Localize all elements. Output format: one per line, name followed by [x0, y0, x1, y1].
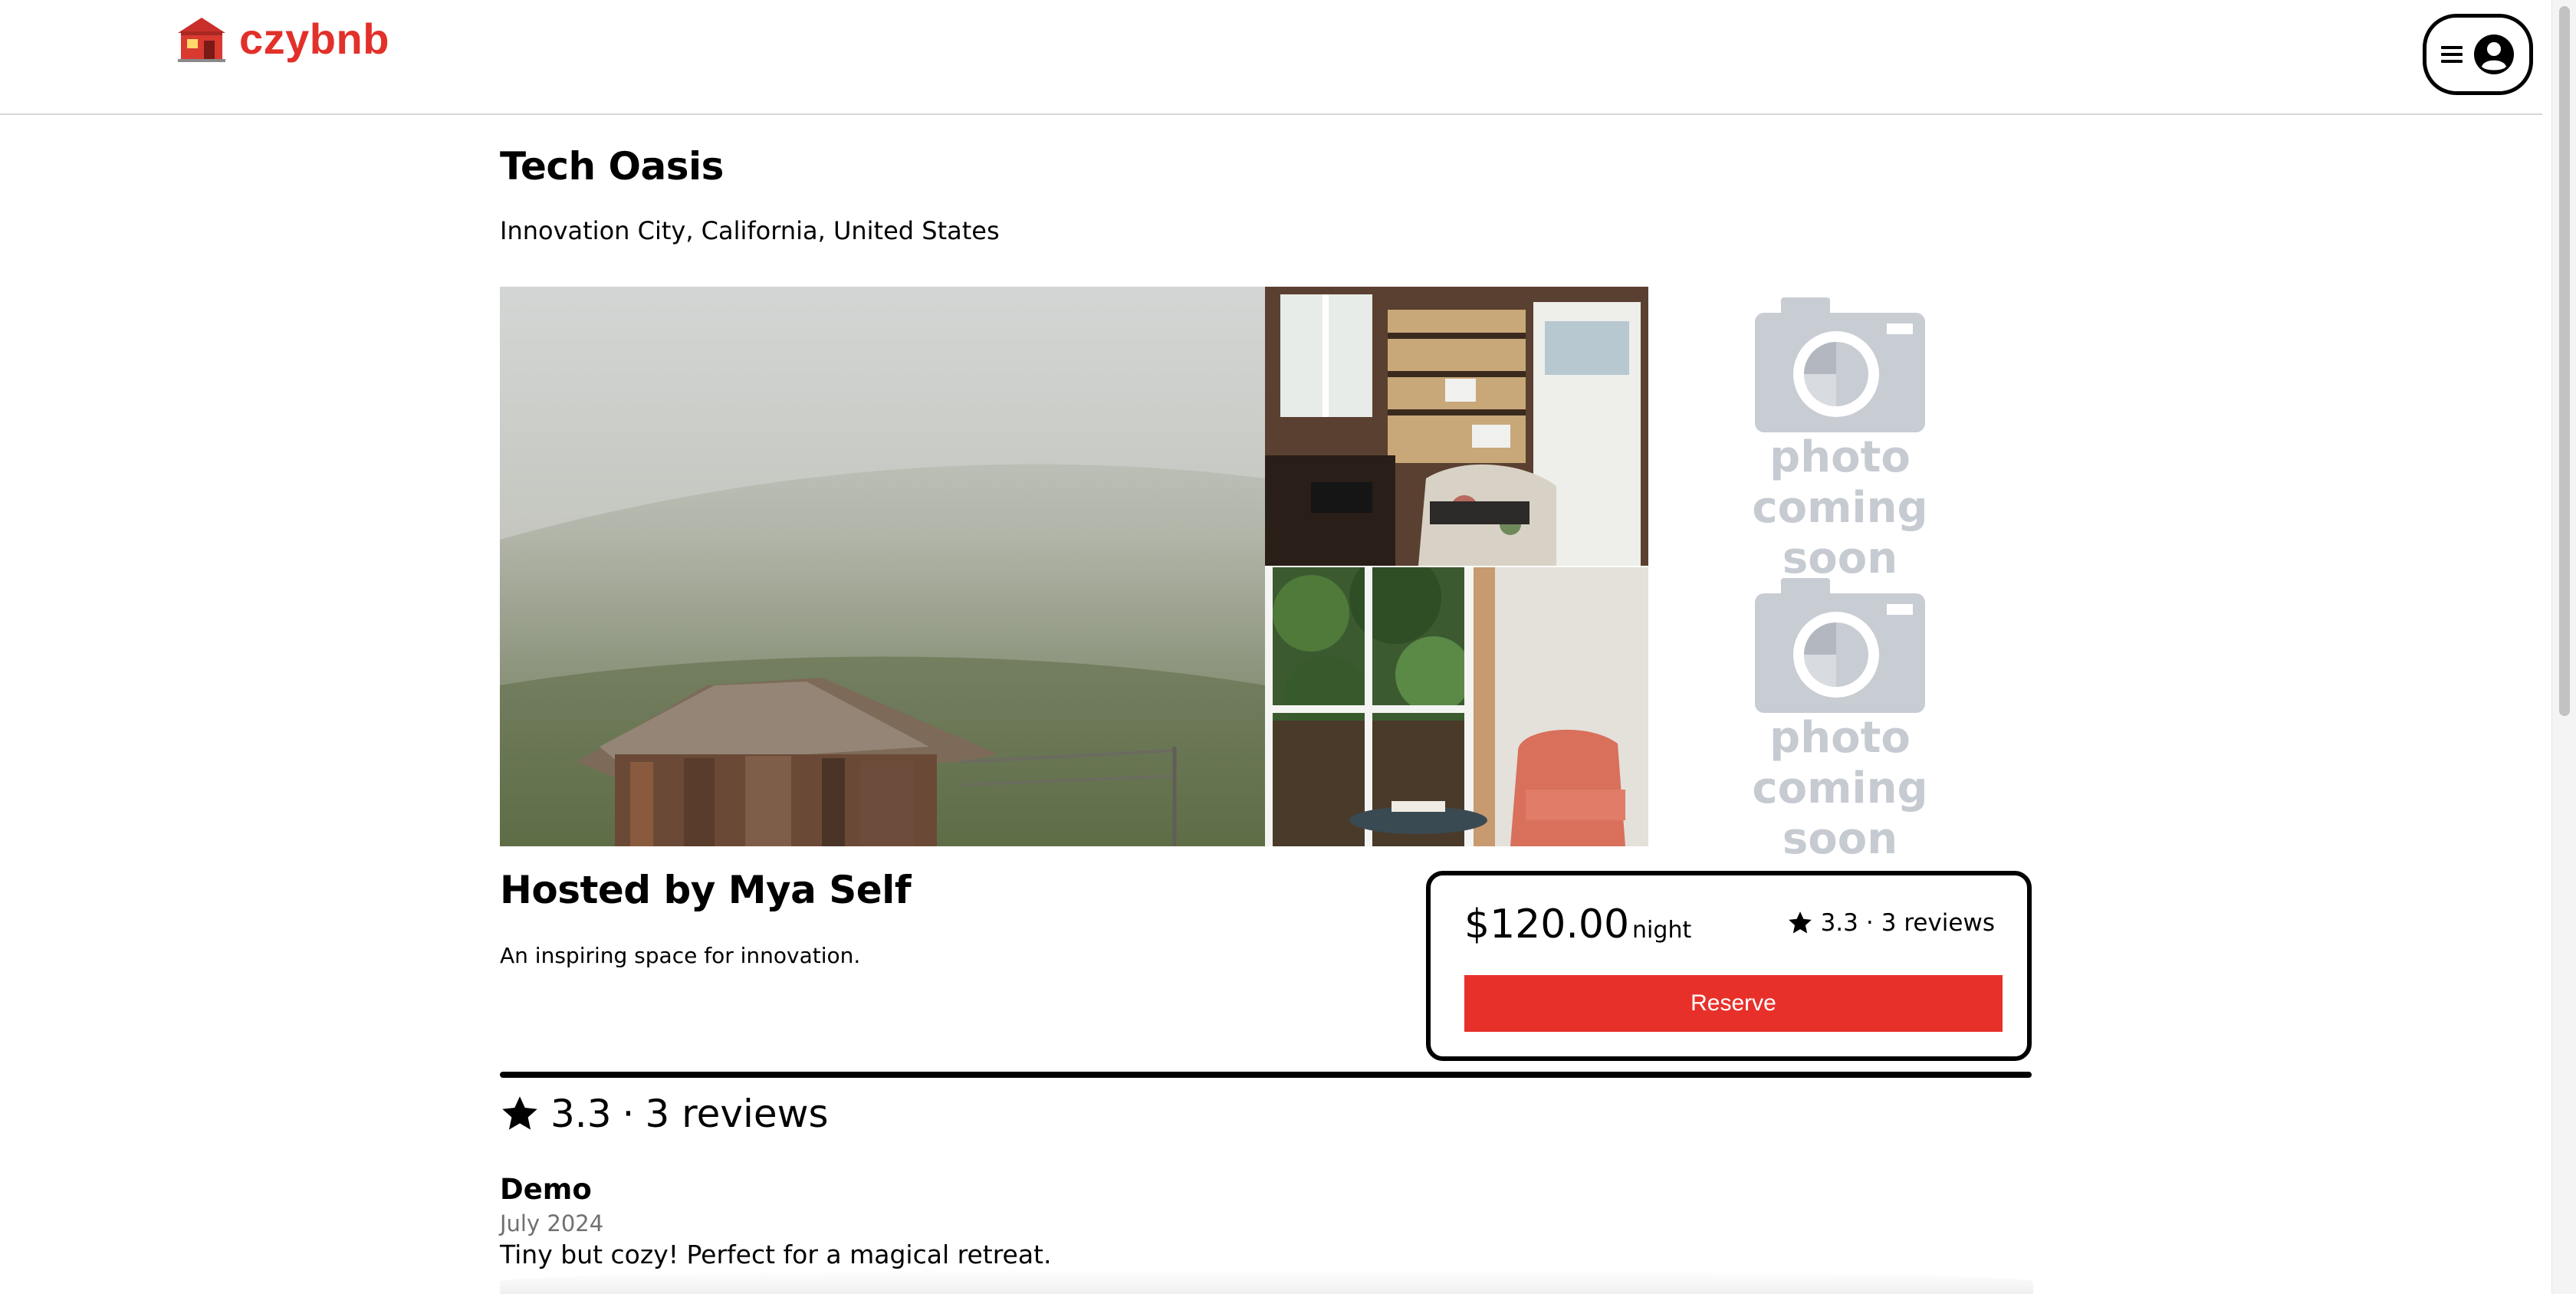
photo-placeholder-1[interactable]: photo coming soon [1694, 287, 1986, 583]
listing-photo-2[interactable] [1265, 287, 1648, 566]
next-section-edge [500, 1269, 2033, 1294]
listing-title: Tech Oasis [500, 144, 724, 189]
reviews-heading: 3.3 · 3 reviews [500, 1092, 829, 1136]
camera-icon [1755, 297, 1925, 432]
photo-placeholder-2[interactable]: photo coming soon [1694, 567, 1986, 864]
listing-photo-3[interactable] [1265, 567, 1648, 846]
listing-description: An inspiring space for innovation. [500, 943, 861, 968]
listing-location: Innovation City, California, United Stat… [500, 216, 1000, 245]
card-review-count: 3 reviews [1881, 909, 1995, 937]
user-circle-icon [2474, 34, 2514, 74]
placeholder-text-line1: photo [1769, 713, 1911, 763]
card-rating-separator: · [1865, 909, 1874, 937]
hamburger-menu-icon [2441, 46, 2463, 63]
foggy-hillside-image [500, 287, 1265, 846]
card-rating-value: 3.3 [1820, 909, 1858, 937]
brand-logo-link[interactable]: czybnb [175, 14, 389, 63]
price-amount: $120.00 [1464, 902, 1630, 948]
section-divider [500, 1072, 2032, 1078]
star-icon [1788, 911, 1812, 934]
review-author: Demo [500, 1173, 592, 1206]
house-icon [178, 18, 225, 62]
user-menu-button[interactable] [2423, 14, 2533, 95]
review-date: July 2024 [500, 1210, 604, 1237]
review-text: Tiny but cozy! Perfect for a magical ret… [500, 1240, 1052, 1269]
host-heading: Hosted by Mya Self [500, 868, 912, 912]
reviews-separator: · [622, 1092, 635, 1136]
booking-card: $120.00 night 3.3 · 3 reviews Reserve [1426, 871, 2032, 1061]
price-unit: night [1632, 917, 1692, 944]
review-item: Demo July 2024 Tiny but cozy! Perfect fo… [500, 1173, 2032, 1269]
placeholder-text-line1: photo [1769, 432, 1911, 482]
reserve-button[interactable]: Reserve [1464, 975, 2003, 1032]
star-icon [502, 1096, 537, 1130]
window-armchair-image [1265, 567, 1648, 846]
nightly-price: $120.00 night [1464, 902, 1691, 948]
scrollbar-thumb[interactable] [2559, 6, 2570, 716]
cabin-interior-image [1265, 287, 1648, 566]
reviews-rating-value: 3.3 [550, 1092, 612, 1136]
top-nav-bar: czybnb [0, 0, 2542, 115]
main-listing-photo[interactable] [500, 287, 1265, 846]
reviews-count: 3 reviews [645, 1092, 829, 1136]
placeholder-text-line2: coming soon [1752, 764, 1928, 864]
brand-name: czybnb [239, 14, 389, 63]
camera-icon [1755, 578, 1925, 713]
card-rating-summary: 3.3 · 3 reviews [1787, 909, 1995, 937]
